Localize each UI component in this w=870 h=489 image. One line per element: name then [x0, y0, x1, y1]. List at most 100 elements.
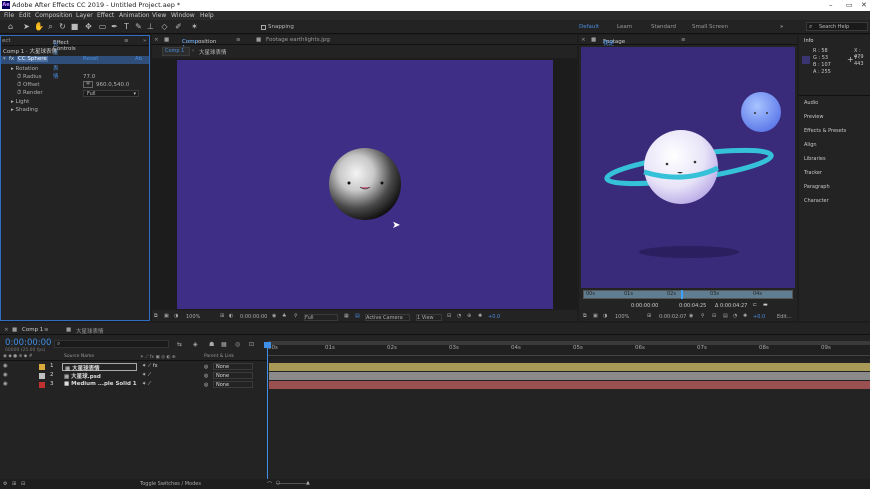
camera-tool-icon[interactable]: ■ — [70, 22, 79, 31]
comp-mini-flowchart-icon[interactable]: ⇆ — [177, 341, 182, 348]
layer-3-duration-bar[interactable] — [269, 381, 870, 389]
show-snapshot-icon[interactable]: ♣ — [282, 313, 286, 319]
render-time-icon[interactable]: ⚙ — [3, 481, 7, 487]
motion-blur-icon[interactable]: ◎ — [235, 341, 240, 348]
puppet-tool-icon[interactable]: ✶ — [190, 22, 199, 31]
panel-close-icon[interactable]: × — [581, 37, 586, 43]
pickwhip-icon[interactable]: ◎ — [204, 373, 208, 379]
offset-crosshair-icon[interactable]: ✛ — [83, 81, 93, 88]
eraser-tool-icon[interactable]: ◇ — [160, 22, 169, 31]
region-of-interest-icon[interactable]: ▣ — [164, 313, 169, 319]
layer-name[interactable]: ▦ 大星球表情 — [62, 363, 137, 372]
layer-1-duration-bar[interactable] — [269, 363, 870, 371]
playhead-line[interactable] — [267, 343, 268, 479]
mask-visibility-icon[interactable]: ◑ — [174, 313, 178, 319]
toggle-switches-modes[interactable]: Toggle Switches / Modes — [140, 481, 201, 487]
menu-view[interactable]: View — [152, 12, 166, 19]
footage-time-ruler[interactable]: 00s 01s 02s 03s 04s — [583, 290, 793, 299]
label-color[interactable] — [39, 382, 45, 388]
selection-tool-icon[interactable]: ➤ — [22, 22, 31, 31]
layer-row[interactable]: ◉ 1 ▦ 大星球表情 ✶ ⟋ fx ◎ None — [0, 363, 267, 372]
fx-icon[interactable]: fx — [9, 56, 14, 62]
panel-close-icon[interactable]: × — [4, 327, 9, 333]
panel-menu-icon[interactable]: ≡ — [681, 37, 686, 43]
panel-menu-icon[interactable]: ≡ — [44, 327, 49, 333]
pan-behind-tool-icon[interactable]: ✥ — [84, 22, 93, 31]
tab-footage-earthlights[interactable]: Footage earthlights.jpg — [266, 37, 330, 43]
toggle-pixel-icon[interactable]: ⊟ — [447, 313, 451, 319]
snapping-checkbox[interactable] — [261, 25, 266, 30]
menu-effect[interactable]: Effect — [97, 12, 114, 19]
time-ruler[interactable]: 00s 01s 02s 03s 04s 05s 06s 07s 08s 09s — [268, 341, 870, 359]
menu-edit[interactable]: Edit — [19, 12, 31, 19]
pickwhip-icon[interactable]: ◎ — [204, 364, 208, 370]
exposure-icon[interactable]: ✺ — [478, 313, 482, 319]
snapshot-icon[interactable]: ◉ — [689, 313, 693, 319]
minimize-button[interactable]: – — [829, 1, 833, 9]
lock-icon[interactable]: ■ — [591, 37, 596, 43]
label-color[interactable] — [39, 364, 45, 370]
tab-comp-1[interactable]: Comp 1 — [22, 327, 43, 333]
type-tool-icon[interactable]: T — [122, 22, 131, 31]
pickwhip-icon[interactable]: ◎ — [204, 382, 208, 388]
column-source-name[interactable]: Source Name — [64, 354, 94, 359]
clone-tool-icon[interactable]: ⊥ — [146, 22, 155, 31]
panel-audio[interactable]: Audio — [804, 100, 818, 106]
layer-name[interactable]: ■ Medium ...ple Solid 1 — [64, 381, 137, 387]
set-in-icon[interactable]: ⊏ — [753, 302, 757, 308]
frame-render-icon[interactable]: ⊟ — [21, 481, 25, 487]
zoom-slider-handle[interactable]: ○ — [276, 480, 280, 486]
layer-name[interactable]: ▦ 大星球.psd — [64, 372, 101, 380]
fast-previews-icon[interactable]: ▦ — [344, 313, 349, 319]
current-time-display[interactable]: 0:00:02:07 — [659, 314, 686, 320]
exposure-value[interactable]: +0.0 — [488, 314, 500, 320]
parent-dropdown[interactable]: None — [213, 372, 253, 379]
always-preview-icon[interactable]: ⧉ — [154, 313, 158, 319]
layer-switches[interactable]: ✶ ⟋ fx — [142, 363, 158, 369]
visibility-eye-icon[interactable]: ◉ — [3, 363, 8, 369]
layer-search-input[interactable]: ⌕ — [54, 340, 169, 348]
render-dropdown[interactable]: Full ▾ — [83, 90, 139, 97]
expand-triangle-icon[interactable]: ▾ — [3, 56, 6, 62]
parent-dropdown[interactable]: None — [213, 381, 253, 388]
zoom-dropdown[interactable]: 100% — [186, 314, 200, 320]
toggle-pixel-icon[interactable]: ⊟ — [712, 313, 716, 319]
workspace-learn[interactable]: Learn — [617, 24, 632, 30]
panel-effects-presets[interactable]: Effects & Presets — [804, 128, 846, 134]
column-parent-link[interactable]: Parent & Link — [204, 354, 234, 359]
workspace-standard[interactable]: Standard — [651, 24, 676, 30]
menu-animation[interactable]: Animation — [119, 12, 150, 19]
resolution-dropdown[interactable]: Full — [304, 314, 338, 321]
camera-dropdown[interactable]: Active Camera — [365, 314, 410, 321]
current-time-display[interactable]: 0:00:00:00 — [240, 314, 267, 320]
panel-close-icon[interactable]: × — [154, 37, 159, 43]
lock-icon[interactable]: ■ — [164, 37, 169, 43]
overlay-edit-icon[interactable]: ▬ — [763, 302, 768, 308]
effect-header-row[interactable]: ▾ fx CC Sphere Reset Ab — [1, 56, 149, 64]
workspace-overflow-icon[interactable]: » — [780, 24, 783, 30]
rectangle-tool-icon[interactable]: ▭ — [98, 22, 107, 31]
menu-file[interactable]: File — [4, 12, 14, 19]
zoom-tool-icon[interactable]: ⌕ — [46, 22, 55, 31]
light-group[interactable]: ▸ Light — [11, 99, 29, 105]
panel-menu-icon[interactable]: ≡ — [124, 38, 129, 44]
pen-tool-icon[interactable]: ✒ — [110, 22, 119, 31]
out-point[interactable]: 0:00:04:25 — [679, 303, 706, 309]
shading-group[interactable]: ▸ Shading — [11, 107, 38, 113]
rotation-group[interactable]: ▸ Rotation — [11, 66, 39, 72]
label-color[interactable] — [39, 373, 45, 379]
shy-layers-icon[interactable]: ☗ — [209, 341, 214, 348]
grid-icon[interactable]: ⊞ — [220, 313, 224, 319]
roto-brush-tool-icon[interactable]: ✐ — [174, 22, 183, 31]
subtab-comp[interactable]: Comp 1 — [162, 47, 190, 56]
playhead-handle[interactable] — [264, 342, 271, 348]
mask-visibility-icon[interactable]: ◑ — [603, 313, 607, 319]
in-point[interactable]: 0:00:00:00 — [631, 303, 658, 309]
layer-switches[interactable]: ✶ ⟋ — [142, 381, 151, 387]
footage-playhead[interactable] — [681, 290, 683, 299]
current-time-display[interactable]: 0:00:00:00 — [5, 338, 51, 348]
flowchart-icon[interactable]: ⊕ — [467, 313, 471, 319]
panel-libraries[interactable]: Libraries — [804, 156, 826, 162]
channel-icon[interactable]: ⚲ — [701, 313, 705, 319]
transparency-grid-icon[interactable]: ▤ — [723, 313, 728, 319]
